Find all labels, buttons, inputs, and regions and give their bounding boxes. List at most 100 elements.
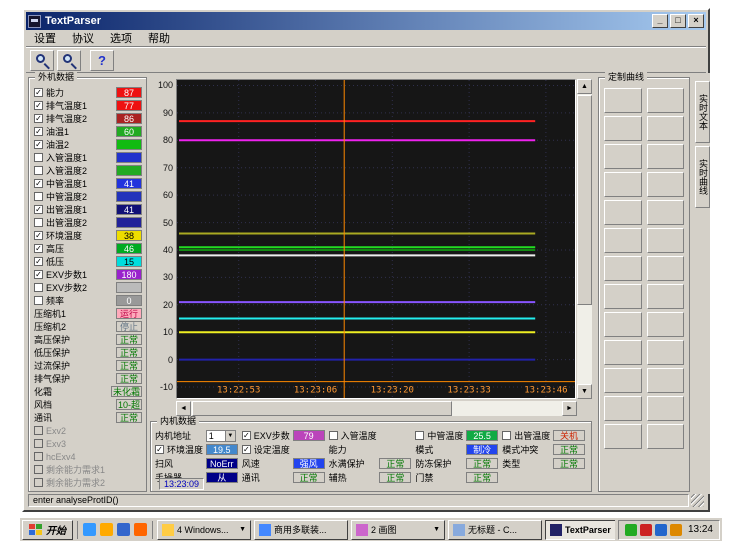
menu-settings[interactable]: 设置 bbox=[26, 29, 64, 47]
curve-slot[interactable] bbox=[604, 312, 642, 337]
curve-slot[interactable] bbox=[604, 256, 642, 281]
task-button[interactable]: 无标题 - C... bbox=[448, 520, 542, 540]
curve-slot[interactable] bbox=[647, 228, 685, 253]
outdoor-item-label: 低压 bbox=[46, 255, 116, 268]
indoor-address-combo[interactable]: 1▼ bbox=[206, 430, 236, 442]
scroll-left-icon[interactable]: ◄ bbox=[176, 401, 191, 416]
outdoor-checkbox[interactable] bbox=[34, 153, 43, 162]
chart-vertical-scrollbar: ▲ ▼ bbox=[577, 79, 592, 399]
outdoor-checkbox[interactable]: ✓ bbox=[34, 114, 43, 123]
outdoor-checkbox[interactable]: ✓ bbox=[34, 244, 43, 253]
indoor-checkbox[interactable] bbox=[502, 431, 511, 440]
tab-realtime-text[interactable]: 实时文本 bbox=[695, 81, 710, 143]
outdoor-checkbox[interactable] bbox=[34, 452, 43, 461]
outdoor-checkbox[interactable] bbox=[34, 283, 43, 292]
outdoor-checkbox[interactable]: ✓ bbox=[34, 127, 43, 136]
outdoor-checkbox[interactable] bbox=[34, 439, 43, 448]
outdoor-row: ✓油温160 bbox=[30, 125, 145, 138]
indoor-checkbox[interactable]: ✓ bbox=[155, 445, 164, 454]
curve-slot[interactable] bbox=[604, 200, 642, 225]
zoom-in-button[interactable] bbox=[30, 50, 54, 71]
outdoor-checkbox[interactable] bbox=[34, 218, 43, 227]
resize-grip[interactable] bbox=[691, 494, 704, 507]
tray-icon-1[interactable] bbox=[625, 524, 637, 536]
show-desktop-icon[interactable] bbox=[117, 523, 130, 536]
task-button[interactable]: 4 Windows...▼ bbox=[157, 520, 251, 540]
curve-slot[interactable] bbox=[647, 200, 685, 225]
curve-slot[interactable] bbox=[604, 144, 642, 169]
indoor-checkbox[interactable] bbox=[329, 431, 338, 440]
curve-slot[interactable] bbox=[604, 284, 642, 309]
tray-icon-4[interactable] bbox=[670, 524, 682, 536]
outdoor-checkbox[interactable]: ✓ bbox=[34, 231, 43, 240]
outdoor-checkbox[interactable] bbox=[34, 166, 43, 175]
task-button[interactable]: 商用多联装... bbox=[254, 520, 348, 540]
curve-slot[interactable] bbox=[647, 144, 685, 169]
curve-slot[interactable] bbox=[604, 424, 642, 449]
curve-slot[interactable] bbox=[647, 256, 685, 281]
outdoor-checkbox[interactable]: ✓ bbox=[34, 179, 43, 188]
scroll-right-icon[interactable]: ► bbox=[562, 401, 577, 416]
outdoor-checkbox[interactable]: ✓ bbox=[34, 270, 43, 279]
curve-slot[interactable] bbox=[604, 116, 642, 141]
tab-realtime-curve[interactable]: 实时曲线 bbox=[695, 146, 710, 208]
ie-icon[interactable] bbox=[83, 523, 96, 536]
curve-slot[interactable] bbox=[647, 368, 685, 393]
tray-icon-2[interactable] bbox=[640, 524, 652, 536]
indoor-label-text: 类型 bbox=[502, 457, 520, 470]
outdoor-row: 通讯正常 bbox=[30, 411, 145, 424]
menu-options[interactable]: 选项 bbox=[102, 29, 140, 47]
outdoor-checkbox[interactable]: ✓ bbox=[34, 88, 43, 97]
curve-slot[interactable] bbox=[604, 368, 642, 393]
curve-slot[interactable] bbox=[604, 172, 642, 197]
curve-slot[interactable] bbox=[604, 88, 642, 113]
vertical-scroll-thumb[interactable] bbox=[577, 95, 592, 305]
task-button-label: TextParser bbox=[565, 525, 615, 535]
scroll-down-icon[interactable]: ▼ bbox=[577, 384, 592, 399]
curve-slot[interactable] bbox=[647, 88, 685, 113]
curve-slot[interactable] bbox=[604, 228, 642, 253]
help-button[interactable]: ? bbox=[90, 50, 114, 71]
curve-slot[interactable] bbox=[647, 424, 685, 449]
menu-protocol[interactable]: 协议 bbox=[64, 29, 102, 47]
indoor-checkbox[interactable] bbox=[415, 431, 424, 440]
media-player-icon[interactable] bbox=[134, 523, 147, 536]
outdoor-checkbox[interactable]: ✓ bbox=[34, 257, 43, 266]
curve-slot[interactable] bbox=[647, 312, 685, 337]
scroll-up-icon[interactable]: ▲ bbox=[577, 79, 592, 94]
taskbar-clock[interactable]: 13:24 bbox=[688, 524, 713, 535]
task-button[interactable]: 2 画图▼ bbox=[351, 520, 445, 540]
chart-plot[interactable]: 13:22:5313:23:0613:23:2013:23:3313:23:46 bbox=[176, 79, 576, 399]
task-button[interactable]: TextParser bbox=[545, 520, 615, 540]
outdoor-checkbox[interactable] bbox=[34, 478, 43, 487]
curve-slot[interactable] bbox=[604, 340, 642, 365]
outdoor-checkbox[interactable] bbox=[34, 426, 43, 435]
curve-slot[interactable] bbox=[647, 116, 685, 141]
outdoor-checkbox[interactable]: ✓ bbox=[34, 101, 43, 110]
outdoor-checkbox[interactable] bbox=[34, 296, 43, 305]
indoor-label-text: 环境温度 bbox=[167, 443, 203, 456]
indoor-checkbox[interactable]: ✓ bbox=[242, 445, 251, 454]
curve-slot[interactable] bbox=[647, 284, 685, 309]
combo-dropdown-icon[interactable]: ▼ bbox=[225, 431, 235, 441]
start-button[interactable]: 开始 bbox=[22, 520, 73, 540]
curve-slot[interactable] bbox=[647, 172, 685, 197]
task-button-icon bbox=[356, 524, 368, 536]
maximize-button[interactable]: □ bbox=[670, 14, 686, 28]
curve-slot[interactable] bbox=[647, 340, 685, 365]
outdoor-checkbox[interactable]: ✓ bbox=[34, 140, 43, 149]
menu-help[interactable]: 帮助 bbox=[140, 29, 178, 47]
curve-slot[interactable] bbox=[604, 396, 642, 421]
outdoor-checkbox[interactable] bbox=[34, 465, 43, 474]
zoom-out-button[interactable] bbox=[57, 50, 81, 71]
tray-icon-3[interactable] bbox=[655, 524, 667, 536]
title-bar[interactable]: TextParser _ □ × bbox=[26, 12, 706, 30]
indoor-checkbox[interactable]: ✓ bbox=[242, 431, 251, 440]
outdoor-checkbox[interactable]: ✓ bbox=[34, 205, 43, 214]
horizontal-scroll-thumb[interactable] bbox=[192, 401, 452, 416]
close-button[interactable]: × bbox=[688, 14, 704, 28]
outlook-icon[interactable] bbox=[100, 523, 113, 536]
outdoor-checkbox[interactable] bbox=[34, 192, 43, 201]
minimize-button[interactable]: _ bbox=[652, 14, 668, 28]
curve-slot[interactable] bbox=[647, 396, 685, 421]
